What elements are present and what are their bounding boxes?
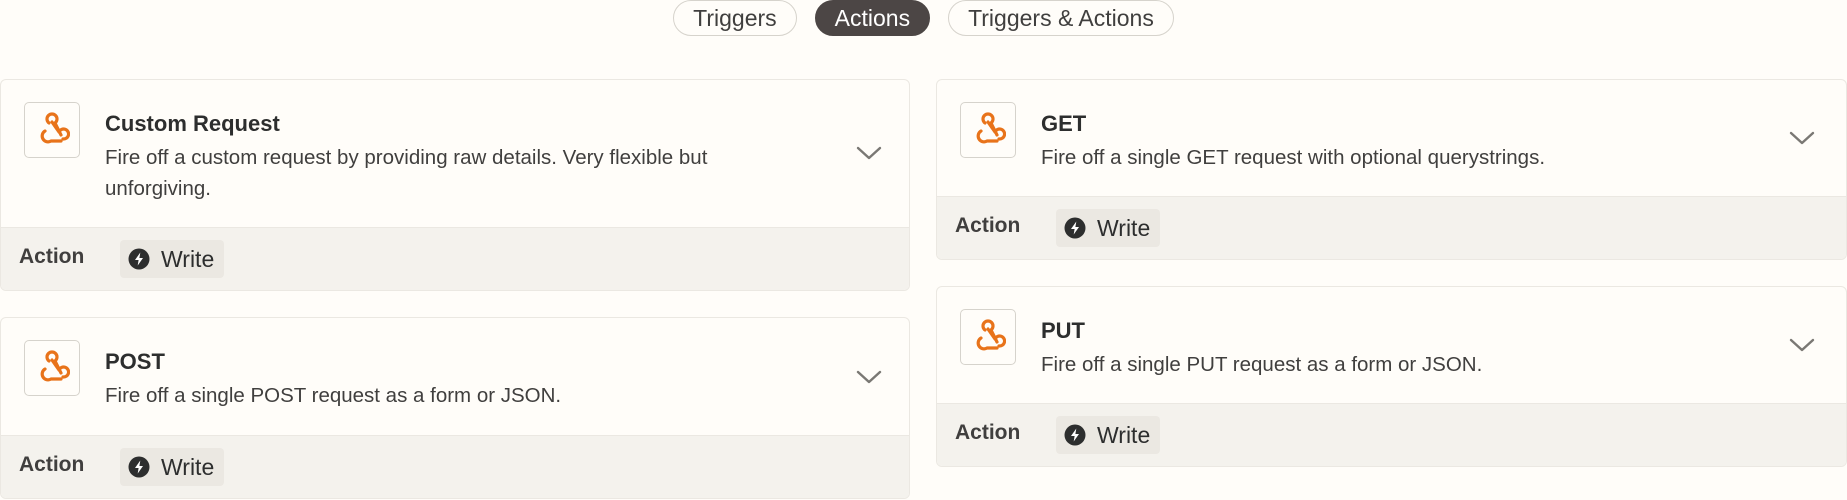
- card-footer: Action Write: [937, 403, 1846, 466]
- bolt-icon: [1064, 424, 1086, 446]
- bolt-icon: [128, 248, 150, 270]
- action-card-get[interactable]: GET Fire off a single GET request with o…: [936, 79, 1847, 260]
- card-title: POST: [105, 349, 165, 374]
- card-title: GET: [1041, 111, 1087, 136]
- badge-label: Write: [161, 453, 215, 480]
- action-type-label: Action: [19, 453, 85, 476]
- chevron-down-icon[interactable]: [856, 369, 882, 385]
- action-card-put[interactable]: PUT Fire off a single PUT request as a f…: [936, 286, 1847, 467]
- bolt-icon: [1064, 217, 1086, 239]
- card-title: PUT: [1041, 318, 1085, 343]
- card-description: Fire off a single GET request with optio…: [1041, 146, 1546, 169]
- card-description: Fire off a custom request by providing r…: [105, 146, 708, 200]
- chevron-down-icon[interactable]: [1789, 337, 1815, 353]
- card-footer: Action Write: [937, 196, 1846, 259]
- webhook-icon: [24, 102, 80, 158]
- action-type-label: Action: [19, 245, 85, 268]
- webhook-icon: [960, 102, 1016, 158]
- action-type-label: Action: [955, 214, 1021, 237]
- action-card-post[interactable]: POST Fire off a single POST request as a…: [0, 317, 910, 499]
- bolt-icon: [128, 456, 150, 478]
- write-badge: Write: [1056, 209, 1161, 247]
- card-title: Custom Request: [105, 111, 280, 136]
- card-footer: Action Write: [1, 227, 909, 290]
- write-badge: Write: [120, 448, 225, 486]
- badge-label: Write: [1097, 214, 1151, 241]
- webhook-icon: [960, 309, 1016, 365]
- filter-tabs: Triggers Actions Triggers & Actions: [0, 0, 1847, 38]
- chevron-down-icon[interactable]: [856, 145, 882, 161]
- tab-triggers[interactable]: Triggers: [673, 0, 797, 36]
- chevron-down-icon[interactable]: [1789, 130, 1815, 146]
- badge-label: Write: [161, 245, 215, 272]
- write-badge: Write: [1056, 416, 1161, 454]
- tab-actions[interactable]: Actions: [814, 0, 931, 36]
- webhook-icon: [24, 340, 80, 396]
- action-type-label: Action: [955, 421, 1021, 444]
- badge-label: Write: [1097, 421, 1151, 448]
- card-description: Fire off a single PUT request as a form …: [1041, 353, 1483, 376]
- card-footer: Action Write: [1, 435, 909, 498]
- card-description: Fire off a single POST request as a form…: [105, 384, 562, 407]
- write-badge: Write: [120, 240, 225, 278]
- action-card-custom-request[interactable]: Custom Request Fire off a custom request…: [0, 79, 910, 291]
- tab-triggers-and-actions[interactable]: Triggers & Actions: [948, 0, 1174, 36]
